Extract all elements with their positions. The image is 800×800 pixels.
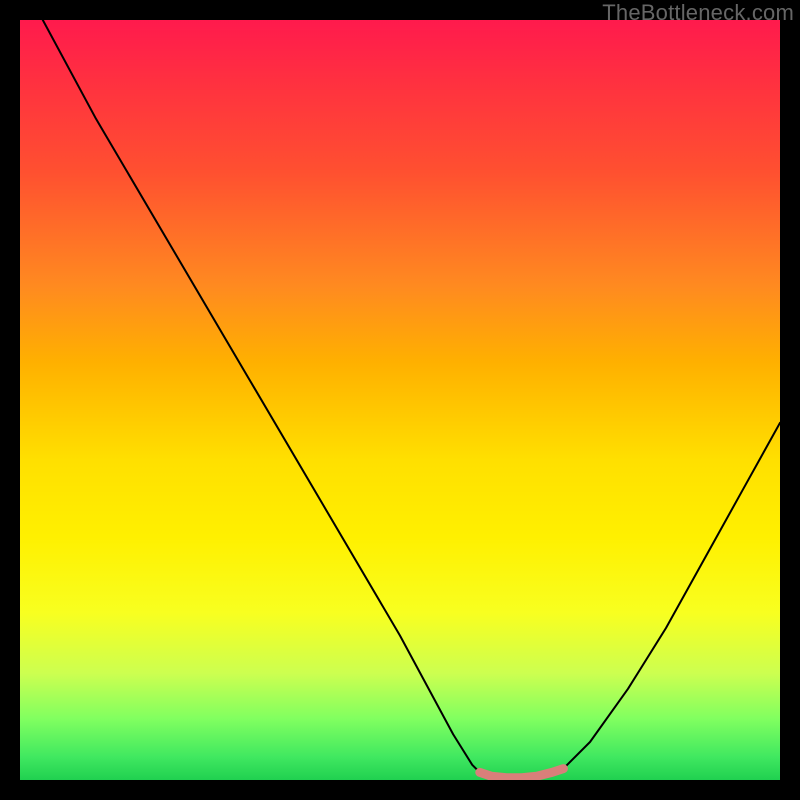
main-curve — [43, 20, 780, 778]
chart-svg — [20, 20, 780, 780]
valley-highlight — [480, 769, 564, 778]
chart-container: TheBottleneck.com — [0, 0, 800, 800]
plot-area — [20, 20, 780, 780]
curve-layer — [43, 20, 780, 778]
